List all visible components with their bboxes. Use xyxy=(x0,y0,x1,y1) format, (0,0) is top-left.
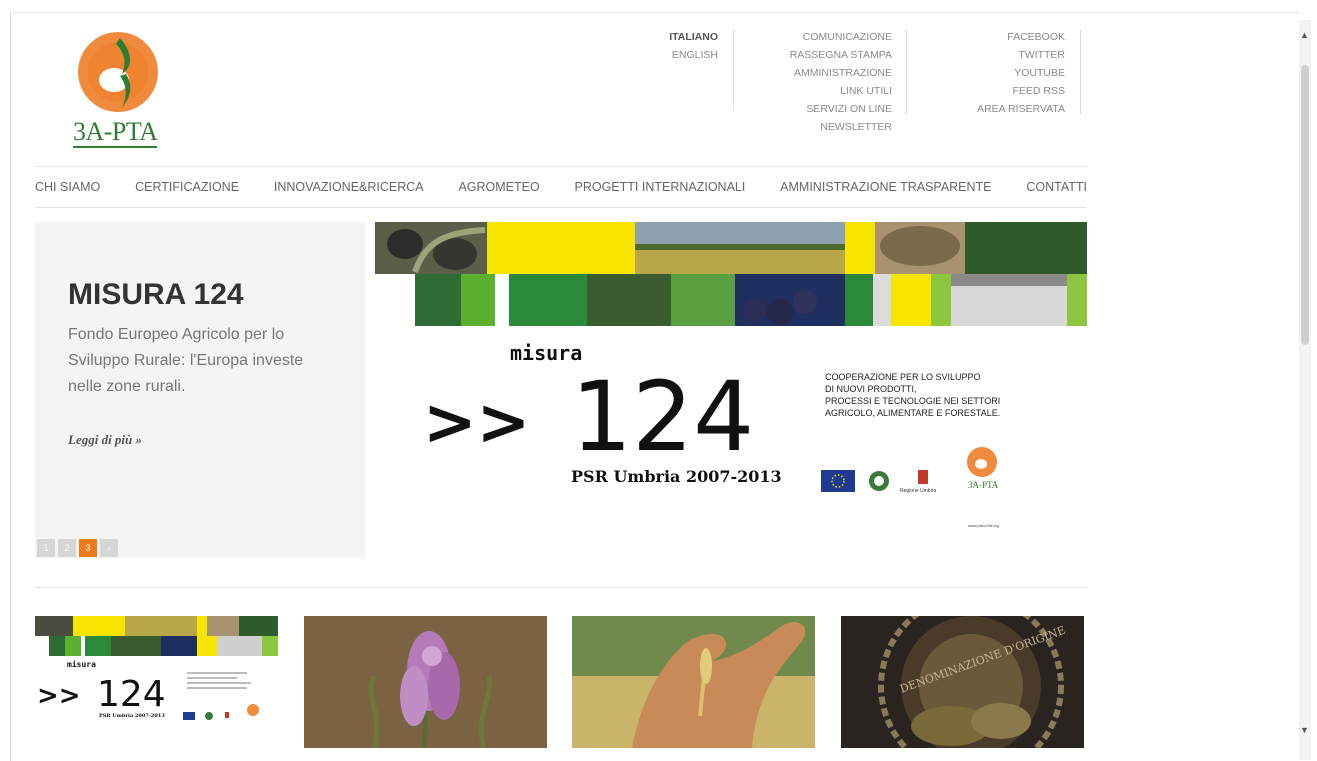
banner-arrows-text: >> xyxy=(423,386,530,460)
banner-caption-line-2: DI NUOVI PRODOTTI, xyxy=(825,384,917,394)
nav-contatti[interactable]: CONTATTI xyxy=(1026,180,1087,194)
banner-subtitle-text: PSR Umbria 2007-2013 xyxy=(571,467,782,486)
divider xyxy=(733,30,734,110)
italy-emblem-icon xyxy=(869,471,889,491)
language-menu: ITALIANO ENGLISH xyxy=(640,28,718,64)
slide-banner-image[interactable]: misura >> 124 PSR Umbria 2007-2013 COOPE… xyxy=(375,222,1087,558)
lang-italiano-link[interactable]: ITALIANO xyxy=(640,28,718,46)
pager-page-1[interactable]: 1 xyxy=(37,539,55,557)
thumb1-subtitle-text: PSR Umbria 2007-2013 xyxy=(99,713,165,719)
lang-english-link[interactable]: ENGLISH xyxy=(640,46,718,64)
3apta-small-logo-icon xyxy=(967,447,997,477)
pager-page-2[interactable]: 2 xyxy=(58,539,76,557)
link-area-riservata[interactable]: AREA RISERVATA xyxy=(910,100,1065,118)
thumbnail-misura-124[interactable]: misura >> 124 PSR Umbria 2007-2013 xyxy=(35,616,278,748)
read-more-link[interactable]: Leggi di più » xyxy=(68,432,142,448)
eu-flag-icon xyxy=(821,470,855,492)
nav-top-border xyxy=(35,166,1087,167)
umbria-region-icon xyxy=(918,470,928,484)
thumbnail-dop-seal[interactable]: DENOMINAZIONE D'ORIGINE xyxy=(841,616,1084,748)
link-link-utili[interactable]: LINK UTILI xyxy=(740,82,892,100)
slide-description: Fondo Europeo Agricolo per lo Sviluppo R… xyxy=(68,326,304,395)
thumb1-number-text: 124 xyxy=(97,674,166,715)
link-newsletter[interactable]: NEWSLETTER xyxy=(740,118,892,136)
link-servizi-on-line[interactable]: SERVIZI ON LINE xyxy=(740,100,892,118)
info-links: COMUNICAZIONE RASSEGNA STAMPA AMMINISTRA… xyxy=(740,28,892,136)
link-twitter[interactable]: TWITTER xyxy=(910,46,1065,64)
section-divider xyxy=(35,587,1087,588)
logo-text[interactable]: 3A-PTA xyxy=(73,118,158,148)
pager-page-3[interactable]: 3 xyxy=(79,539,97,557)
banner-caption-line-3: PROCESSI E TECNOLOGIE NEI SETTORI xyxy=(825,396,1000,406)
divider xyxy=(1080,30,1081,114)
nav-progetti-internazionali[interactable]: PROGETTI INTERNAZIONALI xyxy=(575,180,746,194)
link-rassegna-stampa[interactable]: RASSEGNA STAMPA xyxy=(740,46,892,64)
link-comunicazione[interactable]: COMUNICAZIONE xyxy=(740,28,892,46)
thumb1-misura-text: misura xyxy=(67,659,96,669)
slide-caption-panel: MISURA 124 Fondo Europeo Agricolo per lo… xyxy=(35,222,365,558)
banner-website-text: www.parco3a.org xyxy=(968,523,999,528)
banner-caption-line-1: COOPERAZIONE PER LO SVILUPPO xyxy=(825,372,981,382)
banner-caption-line-4: AGRICOLO, ALIMENTARE E FORESTALE. xyxy=(825,408,1000,418)
region-umbria-text: Regione Umbria xyxy=(900,488,936,494)
nav-certificazione[interactable]: CERTIFICAZIONE xyxy=(135,180,239,194)
nav-chi-siamo[interactable]: CHI SIAMO xyxy=(35,180,100,194)
pager-next[interactable]: › xyxy=(100,539,118,557)
nav-amministrazione-trasparente[interactable]: AMMINISTRAZIONE TRASPARENTE xyxy=(780,180,991,194)
slide-title: MISURA 124 xyxy=(68,278,244,311)
nav-innovazione-ricerca[interactable]: INNOVAZIONE&RICERCA xyxy=(274,180,424,194)
social-links: FACEBOOK TWITTER YOUTUBE FEED RSS AREA R… xyxy=(910,28,1065,118)
link-feed-rss[interactable]: FEED RSS xyxy=(910,82,1065,100)
scrollbar-thumb[interactable] xyxy=(1301,65,1309,345)
link-amministrazione[interactable]: AMMINISTRAZIONE xyxy=(740,64,892,82)
vertical-scrollbar[interactable]: ▲ ▼ xyxy=(1299,20,1311,760)
nav-agrometeo[interactable]: AGROMETEO xyxy=(458,180,539,194)
scroll-down-icon[interactable]: ▼ xyxy=(1300,725,1309,735)
slider-pager: 1 2 3 › xyxy=(37,539,118,557)
divider xyxy=(906,30,907,114)
thumbnail-flowers[interactable] xyxy=(304,616,547,748)
scroll-up-icon[interactable]: ▲ xyxy=(1300,30,1309,40)
link-facebook[interactable]: FACEBOOK xyxy=(910,28,1065,46)
banner-number-text: 124 xyxy=(571,361,754,473)
thumbnail-wheat-hands[interactable] xyxy=(572,616,815,748)
main-nav: CHI SIAMO CERTIFICAZIONE INNOVAZIONE&RIC… xyxy=(35,168,1087,206)
nav-bottom-border xyxy=(35,207,1087,208)
thumb1-arrows-text: >> xyxy=(37,681,81,711)
banner-3apta-text: 3A-PTA xyxy=(968,480,999,490)
link-youtube[interactable]: YOUTUBE xyxy=(910,64,1065,82)
